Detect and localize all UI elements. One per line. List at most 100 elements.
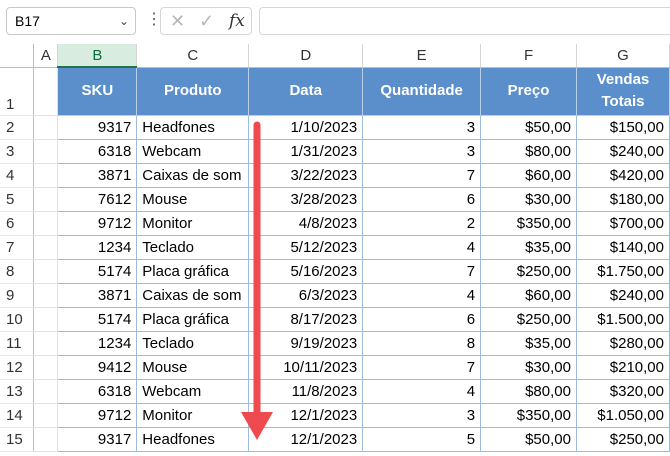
header-data[interactable]: Data bbox=[248, 67, 364, 116]
column-header-e[interactable]: E bbox=[362, 44, 482, 68]
cell-sku[interactable]: 5174 bbox=[57, 259, 138, 284]
cell-qtd[interactable]: 6 bbox=[362, 187, 482, 212]
cell[interactable] bbox=[33, 163, 59, 188]
row-number[interactable]: 9 bbox=[0, 283, 35, 308]
row-number[interactable]: 12 bbox=[0, 355, 35, 380]
header-sku[interactable]: SKU bbox=[57, 67, 138, 116]
cell-data[interactable]: 4/8/2023 bbox=[248, 211, 364, 236]
cell-qtd[interactable]: 7 bbox=[362, 355, 482, 380]
cell-data[interactable]: 8/17/2023 bbox=[248, 307, 364, 332]
row-number[interactable]: 14 bbox=[0, 403, 35, 428]
column-header-g[interactable]: G bbox=[576, 44, 670, 68]
cell-qtd[interactable]: 2 bbox=[362, 211, 482, 236]
cell-vendas[interactable]: $1.050,00 bbox=[576, 403, 670, 428]
column-header-b[interactable]: B bbox=[57, 44, 138, 68]
cell-preco[interactable]: $30,00 bbox=[480, 187, 577, 212]
cell-produto[interactable]: Webcam bbox=[136, 379, 250, 404]
cell-vendas[interactable]: $1.750,00 bbox=[576, 259, 670, 284]
cell-produto[interactable]: Headfones bbox=[136, 427, 250, 452]
row-number[interactable]: 5 bbox=[0, 187, 35, 212]
cell-sku[interactable]: 9412 bbox=[57, 355, 138, 380]
cell-data[interactable]: 1/10/2023 bbox=[248, 115, 364, 140]
cell-vendas[interactable]: $140,00 bbox=[576, 235, 670, 260]
cell-vendas[interactable]: $320,00 bbox=[576, 379, 670, 404]
cell-preco[interactable]: $80,00 bbox=[480, 139, 577, 164]
cell-preco[interactable]: $250,00 bbox=[480, 307, 577, 332]
cell-sku[interactable]: 6318 bbox=[57, 379, 138, 404]
cell-qtd[interactable]: 3 bbox=[362, 139, 482, 164]
cell-qtd[interactable]: 6 bbox=[362, 307, 482, 332]
cell-vendas[interactable]: $700,00 bbox=[576, 211, 670, 236]
cell-data[interactable]: 1/31/2023 bbox=[248, 139, 364, 164]
cell-produto[interactable]: Headfones bbox=[136, 115, 250, 140]
name-box[interactable]: B17 ⌄ bbox=[6, 7, 136, 35]
cell[interactable] bbox=[33, 211, 59, 236]
cell[interactable] bbox=[33, 379, 59, 404]
cell-preco[interactable]: $35,00 bbox=[480, 331, 577, 356]
cell-preco[interactable]: $250,00 bbox=[480, 259, 577, 284]
cell-data[interactable]: 3/22/2023 bbox=[248, 163, 364, 188]
cell-produto[interactable]: Mouse bbox=[136, 355, 250, 380]
cell-vendas[interactable]: $1.500,00 bbox=[576, 307, 670, 332]
cell-qtd[interactable]: 4 bbox=[362, 283, 482, 308]
cell-data[interactable]: 5/16/2023 bbox=[248, 259, 364, 284]
cell-vendas[interactable]: $240,00 bbox=[576, 283, 670, 308]
cell-vendas[interactable]: $150,00 bbox=[576, 115, 670, 140]
cell-vendas[interactable]: $420,00 bbox=[576, 163, 670, 188]
cell-preco[interactable]: $50,00 bbox=[480, 115, 577, 140]
cell-vendas[interactable]: $180,00 bbox=[576, 187, 670, 212]
cell[interactable] bbox=[33, 139, 59, 164]
row-number[interactable]: 13 bbox=[0, 379, 35, 404]
cell-sku[interactable]: 3871 bbox=[57, 283, 138, 308]
formula-input[interactable] bbox=[259, 7, 670, 35]
cell[interactable] bbox=[33, 235, 59, 260]
column-header-d[interactable]: D bbox=[248, 44, 364, 68]
cell-data[interactable]: 10/11/2023 bbox=[248, 355, 364, 380]
cell-data[interactable]: 11/8/2023 bbox=[248, 379, 364, 404]
enter-icon[interactable]: ✓ bbox=[199, 11, 214, 32]
cell-produto[interactable]: Caixas de som bbox=[136, 283, 250, 308]
header-preco[interactable]: Preço bbox=[480, 67, 577, 116]
cell-qtd[interactable]: 5 bbox=[362, 427, 482, 452]
cell-preco[interactable]: $60,00 bbox=[480, 163, 577, 188]
cell-vendas[interactable]: $210,00 bbox=[576, 355, 670, 380]
cell-data[interactable]: 12/1/2023 bbox=[248, 427, 364, 452]
cell-preco[interactable]: $80,00 bbox=[480, 379, 577, 404]
row-number[interactable]: 11 bbox=[0, 331, 35, 356]
cell-vendas[interactable]: $240,00 bbox=[576, 139, 670, 164]
cell-sku[interactable]: 5174 bbox=[57, 307, 138, 332]
cell-qtd[interactable]: 3 bbox=[362, 115, 482, 140]
column-header-c[interactable]: C bbox=[136, 44, 250, 68]
cell-produto[interactable]: Webcam bbox=[136, 139, 250, 164]
row-number[interactable]: 8 bbox=[0, 259, 35, 284]
cell-data[interactable]: 12/1/2023 bbox=[248, 403, 364, 428]
cell-sku[interactable]: 9317 bbox=[57, 427, 138, 452]
row-number[interactable]: 4 bbox=[0, 163, 35, 188]
cell-data[interactable]: 5/12/2023 bbox=[248, 235, 364, 260]
row-number[interactable]: 10 bbox=[0, 307, 35, 332]
cell-qtd[interactable]: 3 bbox=[362, 403, 482, 428]
cell-sku[interactable]: 3871 bbox=[57, 163, 138, 188]
cell-produto[interactable]: Monitor bbox=[136, 211, 250, 236]
chevron-down-icon[interactable]: ⌄ bbox=[119, 8, 129, 34]
row-number[interactable]: 1 bbox=[0, 67, 35, 116]
header-quantidade[interactable]: Quantidade bbox=[362, 67, 482, 116]
cell[interactable] bbox=[33, 115, 59, 140]
cell-produto[interactable]: Caixas de som bbox=[136, 163, 250, 188]
cell-qtd[interactable]: 7 bbox=[362, 259, 482, 284]
cell-produto[interactable]: Placa gráfica bbox=[136, 307, 250, 332]
cell-sku[interactable]: 1234 bbox=[57, 235, 138, 260]
cell-preco[interactable]: $350,00 bbox=[480, 403, 577, 428]
cell-sku[interactable]: 6318 bbox=[57, 139, 138, 164]
cell-produto[interactable]: Monitor bbox=[136, 403, 250, 428]
cancel-icon[interactable]: ✕ bbox=[170, 11, 185, 32]
cell[interactable] bbox=[33, 187, 59, 212]
cell[interactable] bbox=[33, 427, 59, 452]
column-header-a[interactable]: A bbox=[33, 44, 59, 68]
cell[interactable] bbox=[33, 67, 59, 116]
cell[interactable] bbox=[33, 283, 59, 308]
cell-data[interactable]: 3/28/2023 bbox=[248, 187, 364, 212]
cell-qtd[interactable]: 4 bbox=[362, 379, 482, 404]
column-header-f[interactable]: F bbox=[480, 44, 577, 68]
cell-preco[interactable]: $50,00 bbox=[480, 427, 577, 452]
